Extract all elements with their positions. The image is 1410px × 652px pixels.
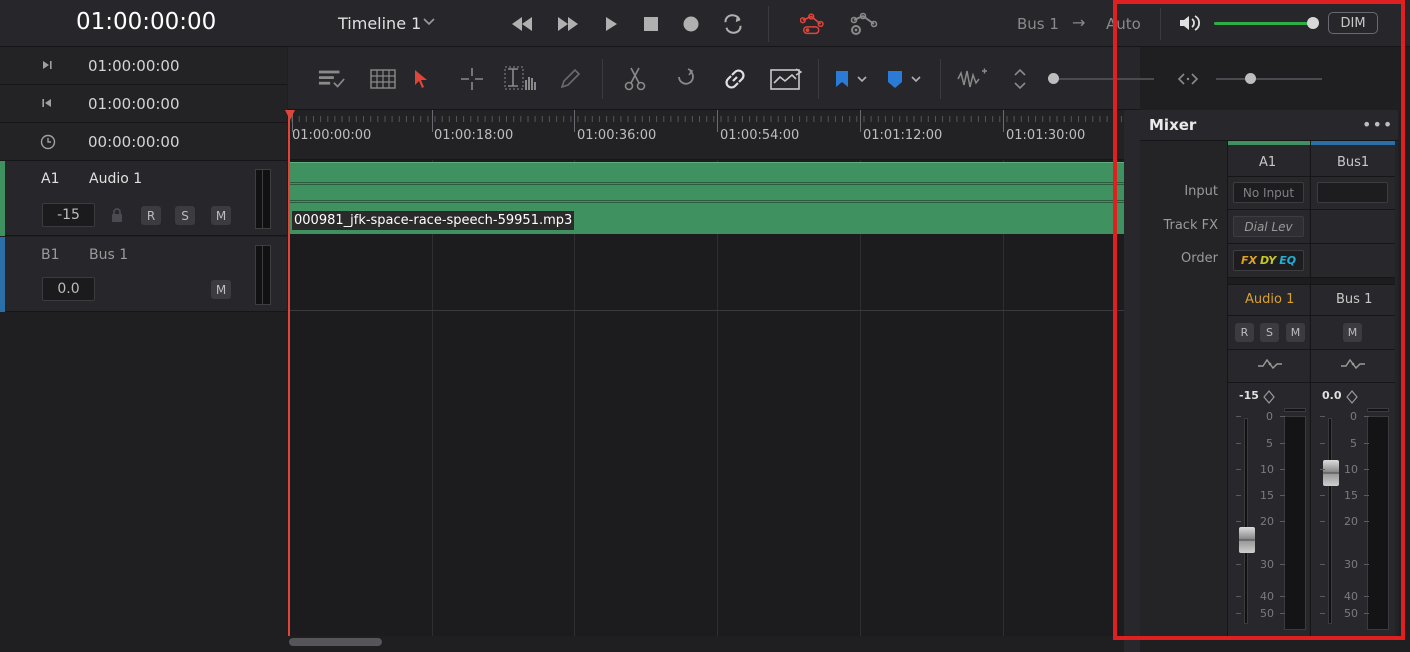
stop-button[interactable] bbox=[639, 12, 663, 36]
mute-button[interactable]: M bbox=[211, 280, 231, 299]
track-level-meter bbox=[255, 169, 271, 229]
blade-position-icon[interactable] bbox=[458, 65, 486, 93]
clock-icon bbox=[40, 134, 56, 154]
divider bbox=[768, 6, 769, 42]
ruler-major-tick bbox=[717, 110, 718, 132]
link-icon[interactable] bbox=[721, 65, 749, 93]
highlight-box bbox=[1113, 0, 1405, 640]
track-name[interactable]: Bus 1 bbox=[89, 247, 128, 263]
horizontal-scrollbar[interactable] bbox=[288, 636, 1124, 652]
track-name-area: A1 Audio 1 -15 R S M bbox=[5, 161, 243, 236]
play-button[interactable] bbox=[599, 12, 623, 36]
timecode-value: 01:00:00:00 bbox=[88, 57, 180, 75]
vertical-zoom-icon[interactable] bbox=[1006, 65, 1034, 93]
clip-name-label: 000981_jfk-space-race-speech-59951.mp3 bbox=[292, 211, 575, 230]
track-level-meter bbox=[255, 245, 271, 305]
lock-icon[interactable] bbox=[110, 207, 124, 227]
track-header-b1[interactable]: B1 Bus 1 0.0 M bbox=[0, 237, 287, 312]
rewind-button[interactable] bbox=[510, 12, 534, 36]
selection-tool-icon[interactable] bbox=[407, 65, 435, 93]
track-volume-field[interactable]: -15 bbox=[42, 203, 95, 227]
clip-waveform-line bbox=[290, 184, 1124, 185]
ruler-major-tick bbox=[860, 110, 861, 132]
ruler-label: 01:00:18:00 bbox=[434, 128, 514, 143]
vertical-zoom-handle[interactable] bbox=[1048, 73, 1059, 84]
timeline-ruler[interactable]: 01:00:00:00 01:00:18:00 01:00:36:00 01:0… bbox=[288, 110, 1124, 160]
timeline-selector[interactable]: Timeline 1 bbox=[338, 14, 421, 33]
ruler-major-tick bbox=[1003, 110, 1004, 132]
chevron-down-icon[interactable] bbox=[422, 14, 436, 32]
ruler-ticks bbox=[291, 116, 1122, 122]
clip-waveform-line bbox=[290, 202, 1124, 203]
solo-button[interactable]: S bbox=[175, 206, 195, 225]
ruler-major-tick bbox=[574, 110, 575, 132]
timeline-view-options-icon[interactable] bbox=[318, 65, 346, 93]
grid-icon[interactable] bbox=[369, 65, 397, 93]
track-id: B1 bbox=[41, 247, 60, 263]
edit-toolbar bbox=[288, 47, 1322, 110]
go-to-start-icon bbox=[40, 96, 54, 114]
scissors-icon[interactable] bbox=[621, 65, 649, 93]
loop-button[interactable] bbox=[721, 12, 745, 36]
playhead-handle[interactable] bbox=[285, 110, 295, 120]
ruler-label: 01:01:12:00 bbox=[863, 128, 943, 143]
divider bbox=[940, 59, 941, 99]
automation-icon[interactable] bbox=[800, 12, 830, 36]
timecode-value: 01:00:00:00 bbox=[88, 95, 180, 113]
track-id: A1 bbox=[41, 171, 60, 187]
record-arm-button[interactable]: R bbox=[141, 206, 161, 225]
track-name-area: B1 Bus 1 0.0 M bbox=[5, 237, 243, 312]
track-divider bbox=[288, 310, 1124, 311]
mute-button[interactable]: M bbox=[211, 206, 231, 225]
fast-forward-button[interactable] bbox=[556, 12, 580, 36]
trim-tool-icon[interactable] bbox=[504, 65, 540, 93]
marker-dropdown[interactable] bbox=[882, 65, 924, 93]
pencil-icon[interactable] bbox=[556, 65, 584, 93]
ruler-label: 01:01:30:00 bbox=[1006, 128, 1086, 143]
snapping-icon[interactable] bbox=[671, 65, 699, 93]
track-header-a1[interactable]: A1 Audio 1 -15 R S M bbox=[0, 161, 287, 236]
ruler-label: 01:00:36:00 bbox=[577, 128, 657, 143]
playhead[interactable] bbox=[288, 112, 290, 636]
bus-output-label[interactable]: Bus 1 bbox=[1017, 15, 1059, 33]
auto-track-selector-icon[interactable] bbox=[770, 65, 804, 93]
track-name[interactable]: Audio 1 bbox=[89, 171, 142, 187]
timecode-row-end[interactable]: 01:00:00:00 bbox=[0, 47, 287, 85]
record-button[interactable] bbox=[679, 12, 703, 36]
ruler-major-tick bbox=[432, 110, 433, 132]
go-to-end-icon bbox=[40, 58, 54, 76]
ruler-label: 01:00:54:00 bbox=[720, 128, 800, 143]
ruler-label: 01:00:00:00 bbox=[292, 128, 372, 143]
divider bbox=[818, 59, 819, 99]
horizontal-scrollbar-thumb[interactable] bbox=[289, 638, 382, 646]
clip-waveform-line bbox=[290, 182, 1124, 183]
flag-dropdown[interactable] bbox=[830, 65, 870, 93]
master-timecode: 01:00:00:00 bbox=[76, 9, 217, 35]
arrow-right-icon: → bbox=[1072, 13, 1086, 32]
timecode-row-duration[interactable]: 00:00:00:00 bbox=[0, 123, 287, 161]
timecode-row-start[interactable]: 01:00:00:00 bbox=[0, 85, 287, 123]
clip-waveform-line bbox=[290, 200, 1124, 201]
automation-settings-icon[interactable] bbox=[848, 12, 882, 36]
waveform-zoom-icon[interactable] bbox=[956, 65, 990, 93]
timecode-value: 00:00:00:00 bbox=[88, 133, 180, 151]
track-volume-field[interactable]: 0.0 bbox=[42, 277, 95, 301]
divider bbox=[602, 59, 603, 99]
